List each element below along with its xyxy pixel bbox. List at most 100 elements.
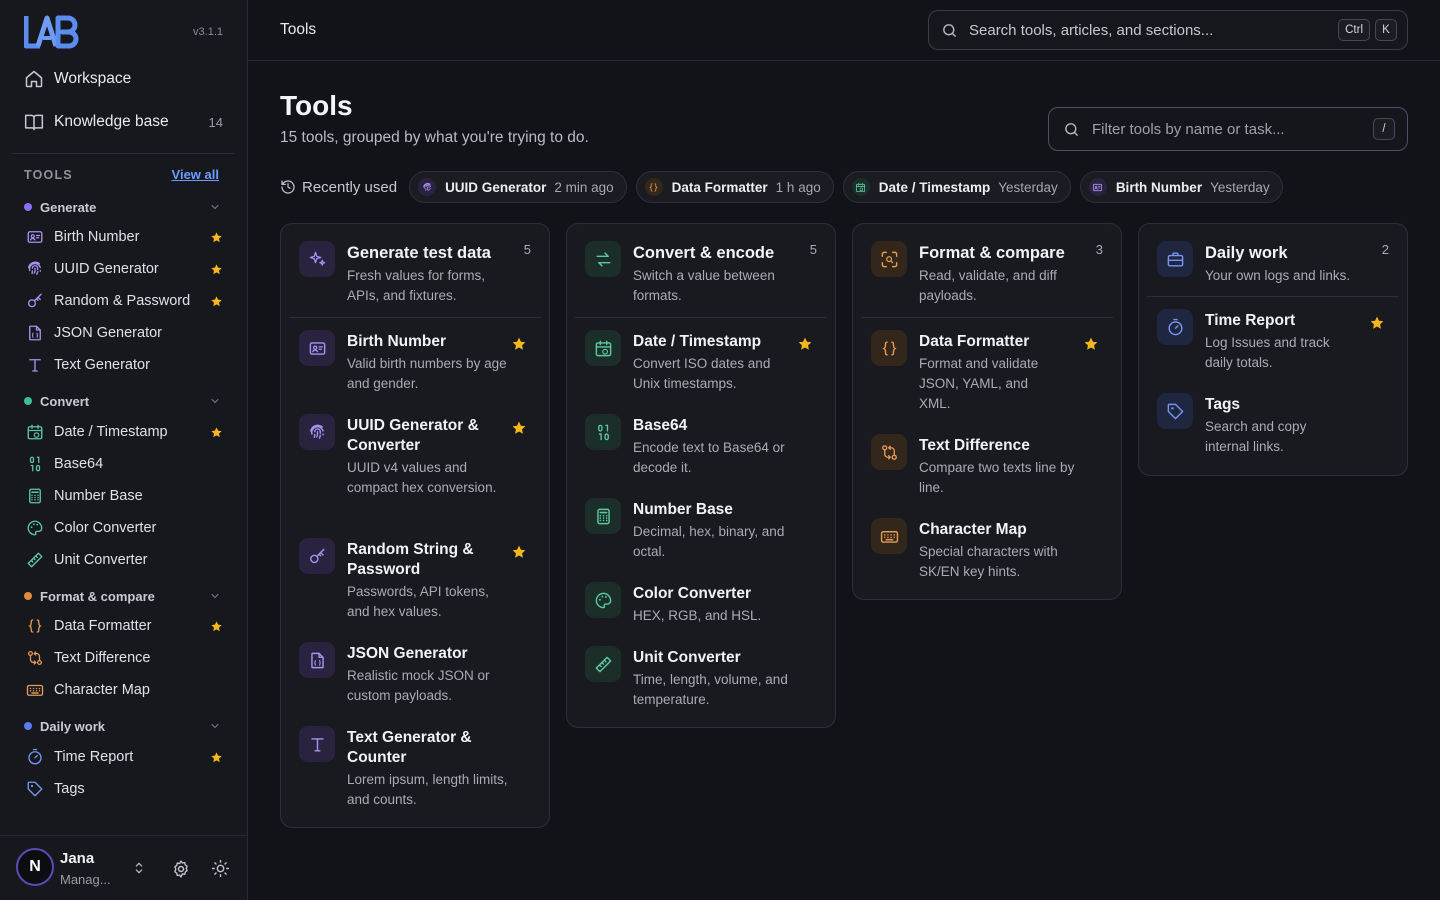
chevron-down-icon <box>209 590 221 602</box>
card-header: Format & compare Read, validate, and dif… <box>861 224 1113 318</box>
page-title: Tools <box>280 90 353 121</box>
group-label: Generate <box>40 199 97 215</box>
recent-chip-uuid-generator[interactable]: UUID Generator 2 min ago <box>409 171 627 203</box>
sidebar-item-color-converter[interactable]: Color Converter <box>26 516 223 540</box>
sidebar-item-base64[interactable]: Base64 <box>26 452 223 476</box>
tool-name: Birth Number <box>347 333 447 350</box>
user-name[interactable]: Jana <box>60 850 94 867</box>
tool-name: Color Converter <box>633 585 751 602</box>
global-search-input[interactable]: Search tools, articles, and sections... … <box>928 10 1408 50</box>
sidebar-item-json-generator[interactable]: JSON Generator <box>26 321 223 345</box>
tool-name: Random String & Password <box>347 541 474 578</box>
palette-icon <box>26 519 44 537</box>
tool-name: Character Map <box>919 521 1027 538</box>
star-icon[interactable] <box>511 544 527 560</box>
group-daily-work[interactable]: Daily work <box>24 716 221 736</box>
item-label: Text Difference <box>54 650 151 666</box>
type-icon <box>26 356 44 374</box>
view-all-link[interactable]: View all <box>172 167 219 182</box>
tool-text-difference[interactable]: Text Difference Compare two texts line b… <box>861 422 1113 506</box>
sidebar-item-unit-converter[interactable]: Unit Converter <box>26 548 223 572</box>
primary-nav: Workspace Knowledge base 14 <box>12 60 235 146</box>
star-icon[interactable] <box>210 263 223 276</box>
braces-icon <box>644 178 663 196</box>
star-icon[interactable] <box>210 295 223 308</box>
group-format-compare[interactable]: Format & compare <box>24 586 221 606</box>
tool-description: Realistic mock JSON or custom payloads. <box>347 668 490 703</box>
sidebar-item-uuid-generator[interactable]: UUID Generator <box>26 257 223 281</box>
star-icon[interactable] <box>210 231 223 244</box>
calculator-icon <box>585 498 621 534</box>
tool-tags[interactable]: Tags Search and copy internal links. <box>1147 381 1399 465</box>
sidebar-item-text-difference[interactable]: Text Difference <box>26 646 223 670</box>
tool-name: JSON Generator <box>347 645 468 662</box>
nav-knowledge-base[interactable]: Knowledge base 14 <box>12 103 235 141</box>
sidebar-item-birth-number[interactable]: Birth Number <box>26 225 223 249</box>
binary-icon <box>585 414 621 450</box>
group-dot <box>24 397 32 405</box>
tool-birth-number[interactable]: Birth Number Valid birth numbers by age … <box>289 318 541 402</box>
card-header: Generate test data Fresh values for form… <box>289 224 541 318</box>
scan-icon <box>871 241 907 277</box>
recent-chip-date-timestamp[interactable]: Date / Timestamp Yesterday <box>842 171 1071 203</box>
filter-placeholder: Filter tools by name or task... <box>1092 120 1285 138</box>
group-convert[interactable]: Convert <box>24 391 221 411</box>
card-title: Daily work <box>1205 244 1288 262</box>
filter-tools-input[interactable]: Filter tools by name or task... / <box>1048 107 1408 151</box>
tool-name: Date / Timestamp <box>633 333 762 350</box>
file-json-icon <box>299 642 335 678</box>
logo[interactable] <box>24 14 80 50</box>
tool-color-converter[interactable]: Color Converter HEX, RGB, and HSL. <box>575 570 827 634</box>
star-icon[interactable] <box>511 420 527 436</box>
avatar[interactable]: N <box>16 848 54 886</box>
star-icon[interactable] <box>511 336 527 352</box>
nav-workspace[interactable]: Workspace <box>12 60 235 98</box>
type-icon <box>299 726 335 762</box>
tool-description: Lorem ipsum, length limits, and counts. <box>347 772 508 807</box>
file-json-icon <box>26 324 44 342</box>
recent-chip-data-formatter[interactable]: Data Formatter 1 h ago <box>635 171 834 203</box>
chevron-updown-icon[interactable] <box>131 860 147 876</box>
recent-chip-birth-number[interactable]: Birth Number Yesterday <box>1079 171 1283 203</box>
card-header: Daily work Your own logs and links. 2 <box>1147 224 1399 297</box>
star-icon[interactable] <box>1369 315 1385 331</box>
sidebar-item-character-map[interactable]: Character Map <box>26 678 223 702</box>
gear-icon[interactable] <box>171 859 191 879</box>
tool-number-base[interactable]: Number Base Decimal, hex, binary, and oc… <box>575 486 827 570</box>
sidebar-item-text-generator[interactable]: Text Generator <box>26 353 223 377</box>
tool-text-generator-counter[interactable]: Text Generator & Counter Lorem ipsum, le… <box>289 714 541 818</box>
star-icon[interactable] <box>210 426 223 439</box>
item-label: Base64 <box>54 456 104 472</box>
group-generate[interactable]: Generate <box>24 197 221 217</box>
tool-unit-converter[interactable]: Unit Converter Time, length, volume, and… <box>575 634 827 718</box>
chevron-down-icon <box>209 720 221 732</box>
star-icon[interactable] <box>797 336 813 352</box>
tool-time-report[interactable]: Time Report Log Issues and track daily t… <box>1147 297 1399 381</box>
sidebar-item-time-report[interactable]: Time Report <box>26 745 223 769</box>
sidebar-item-tags[interactable]: Tags <box>26 777 223 801</box>
sidebar-item-number-base[interactable]: Number Base <box>26 484 223 508</box>
card-daily-work: Daily work Your own logs and links. 2 Ti… <box>1138 223 1408 476</box>
sidebar-item-random-password[interactable]: Random & Password <box>26 289 223 313</box>
card-count: 3 <box>1095 242 1103 257</box>
sidebar-item-date-timestamp[interactable]: Date / Timestamp <box>26 420 223 444</box>
tool-date-timestamp[interactable]: Date / Timestamp Convert ISO dates and U… <box>575 318 827 402</box>
chip-time: Yesterday <box>998 179 1058 195</box>
sun-icon[interactable] <box>211 859 230 878</box>
star-icon[interactable] <box>1083 336 1099 352</box>
tool-data-formatter[interactable]: Data Formatter Format and validate JSON,… <box>861 318 1113 422</box>
group-label: Daily work <box>40 718 106 734</box>
star-icon[interactable] <box>210 751 223 764</box>
tool-base64[interactable]: Base64 Encode text to Base64 or decode i… <box>575 402 827 486</box>
tool-name: Tags <box>1205 396 1241 413</box>
chevron-down-icon <box>209 201 221 213</box>
sidebar-item-data-formatter[interactable]: Data Formatter <box>26 614 223 638</box>
tool-random-string-password[interactable]: Random String & Password Passwords, API … <box>289 526 541 630</box>
tool-json-generator[interactable]: JSON Generator Realistic mock JSON or cu… <box>289 630 541 714</box>
tool-description: HEX, RGB, and HSL. <box>633 608 762 623</box>
id-card-icon <box>26 228 44 246</box>
star-icon[interactable] <box>210 620 223 633</box>
tool-uuid-generator[interactable]: UUID Generator & Converter UUID v4 value… <box>289 402 541 526</box>
search-placeholder: Search tools, articles, and sections... <box>969 21 1214 39</box>
tool-character-map[interactable]: Character Map Special characters with SK… <box>861 506 1113 590</box>
